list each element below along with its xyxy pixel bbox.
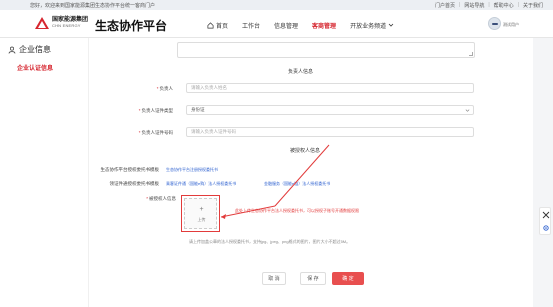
principal-id-type-value: 身份证: [191, 107, 205, 112]
upload-hint: 请上传加盖公章的法人授权委托书，支持jpg、jpeg、png格式的图片，图片大小…: [189, 239, 351, 244]
link-help-center[interactable]: 帮助中心: [494, 2, 514, 9]
cert-template-link-elink[interactable]: 金融服务（国能e链）法人授权委托书: [264, 181, 330, 187]
nav-merchant-management[interactable]: 客商管理: [305, 20, 343, 30]
sidebar-item-enterprise-certification[interactable]: 企业认证信息: [17, 63, 53, 72]
save-button[interactable]: 保 存: [300, 272, 326, 285]
logo-text: 国家能源集团 CHN ENERGY: [52, 17, 88, 29]
brand-title: 生态协作平台: [95, 19, 168, 33]
sidebar-title: 企业信息: [8, 44, 51, 55]
principal-id-type-select[interactable]: 身份证: [186, 105, 474, 115]
upload-label: *被授权人信息: [146, 196, 176, 201]
cancel-button[interactable]: 取 消: [262, 272, 286, 285]
welcome-text: 您好，欢迎来到国家能源集团生态协作平台统一客商门户: [30, 3, 156, 9]
nav-home[interactable]: 首页: [200, 20, 235, 30]
nav-workbench[interactable]: 工作台: [235, 20, 267, 30]
nav-info-management-label: 信息管理: [274, 23, 299, 30]
textarea-field[interactable]: [177, 42, 475, 58]
top-utility-bar: 您好，欢迎来到国家能源集团生态协作平台统一客商门户 门户首页 | 网站导航 | 帮助…: [0, 0, 553, 10]
sidebar-title-label: 企业信息: [19, 45, 51, 54]
main-nav: 首页 工作台 信息管理 客商管理 开放业务频道: [200, 20, 401, 30]
header: 国家能源集团 CHN ENERGY 生态协作平台 首页 工作台 信息管理 客商管…: [0, 10, 553, 38]
upload-label-text: 被授权人信息: [149, 196, 176, 201]
nav-open-business[interactable]: 开放业务频道: [343, 20, 401, 30]
company-logo-icon: [35, 17, 49, 29]
chevron-down-icon: [465, 109, 470, 112]
plus-icon: +: [199, 206, 204, 213]
user-name[interactable]: 测试用户: [503, 22, 519, 28]
cert-template-link-ego[interactable]: 乘客证件通（国能e购）法人授权委托书: [166, 181, 236, 187]
principal-id-type-label: *负责人证件类型: [138, 108, 174, 113]
principal-name-label-text: 负责人: [159, 86, 174, 91]
settings-gear-icon[interactable]: [542, 224, 550, 232]
right-gutter: [533, 38, 553, 307]
platform-template-label: 生态协作平台授权委托书模板: [100, 167, 160, 172]
link-site-nav[interactable]: 网站导航: [464, 2, 484, 9]
annotation-text: 此处上传生态协作平台法人授权委托书，可以授权子账号开通数据权限: [235, 208, 359, 213]
platform-template-link[interactable]: 生态协作平台注册授权委托书: [166, 167, 218, 173]
principal-id-number-input[interactable]: 请输入负责人证件号码: [186, 127, 474, 137]
cert-template-label: 领证件通授权委托书模板: [109, 181, 160, 186]
authorized-section-title: 被授权人信息: [290, 148, 321, 154]
principal-id-number-label: *负责人证件号码: [138, 130, 174, 135]
nav-open-business-label: 开放业务频道: [350, 23, 387, 30]
main-content: 负责人信息 *负责人 请输入负责人姓名 *负责人证件类型 身份证 *负责人证件号…: [88, 38, 533, 307]
confirm-button[interactable]: 确 定: [332, 272, 364, 285]
resize-handle-icon[interactable]: [469, 52, 473, 56]
nav-home-label: 首页: [216, 23, 229, 30]
home-icon: [207, 21, 214, 28]
nav-merchant-management-label: 客商管理: [312, 23, 337, 30]
link-about-us[interactable]: 关于我们: [523, 2, 543, 9]
principal-id-type-label-text: 负责人证件类型: [141, 108, 174, 113]
person-icon: [8, 46, 16, 54]
principal-id-number-label-text: 负责人证件号码: [141, 130, 174, 135]
floating-toolbar: [539, 207, 551, 235]
expand-icon[interactable]: [542, 211, 550, 219]
logo-en: CHN ENERGY: [52, 23, 81, 28]
nav-info-management[interactable]: 信息管理: [267, 20, 305, 30]
principal-name-input[interactable]: 请输入负责人姓名: [186, 83, 474, 93]
topbar-links: 门户首页 | 网站导航 | 帮助中心 | 关于我们: [435, 2, 543, 9]
upload-button[interactable]: + 上传: [184, 198, 217, 229]
avatar[interactable]: [488, 17, 501, 30]
chevron-down-icon: [388, 23, 394, 27]
nav-workbench-label: 工作台: [242, 23, 261, 30]
principal-section-title: 负责人信息: [288, 69, 314, 75]
link-portal-home[interactable]: 门户首页: [435, 2, 455, 9]
upload-button-label: 上传: [197, 217, 206, 222]
principal-name-label: *负责人: [156, 86, 174, 91]
